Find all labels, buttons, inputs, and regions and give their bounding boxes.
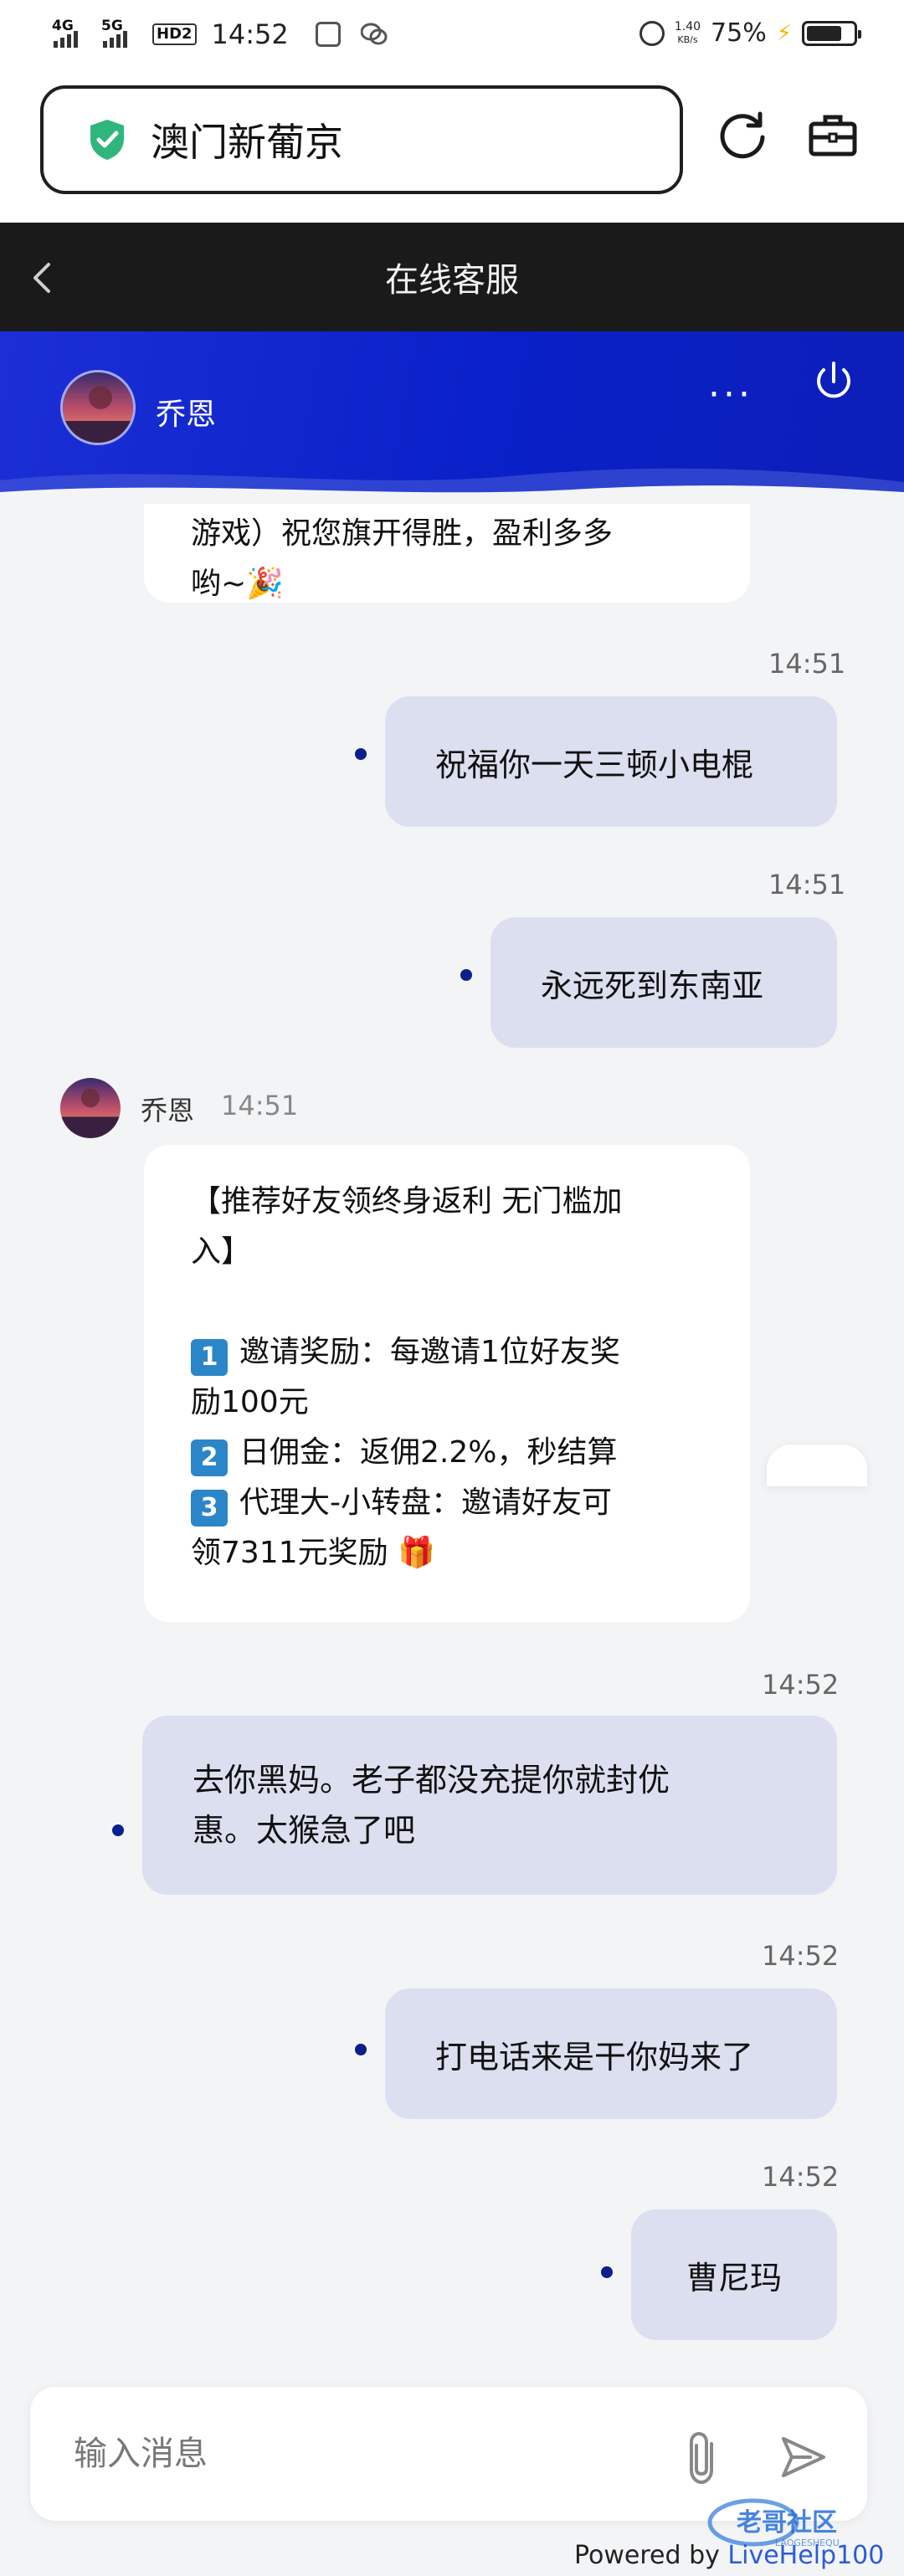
network-type-label: 5G bbox=[101, 18, 123, 34]
message-list[interactable]: 游戏）祝您旗开得胜，盈利多多 哟~🎉 14:51 祝福你一天三顿小电棍 14:5… bbox=[0, 479, 904, 2362]
shield-check-icon bbox=[90, 120, 124, 160]
message-time: 14:52 bbox=[762, 2161, 840, 2193]
network-speed: 1.40 KB/s bbox=[674, 19, 701, 45]
message-time: 14:52 bbox=[762, 1940, 840, 1972]
powered-by-footer: Powered by LiveHelp100 bbox=[574, 2541, 885, 2570]
signal-5g-icon: 5G bbox=[101, 18, 127, 48]
alarm-icon bbox=[639, 20, 665, 46]
scroll-to-bottom-button[interactable] bbox=[767, 1445, 867, 1486]
unread-dot bbox=[460, 969, 472, 981]
header-wave bbox=[0, 468, 904, 504]
agent-avatar bbox=[60, 1078, 121, 1138]
toolbox-icon bbox=[809, 115, 857, 157]
agent-avatar bbox=[60, 370, 136, 445]
outgoing-message-bubble: 祝福你一天三顿小电棍 bbox=[385, 696, 837, 827]
address-text: 澳门新葡京 bbox=[151, 120, 343, 165]
livehelp-link[interactable]: LiveHelp100 bbox=[727, 2541, 884, 2570]
status-time: 14:52 bbox=[211, 18, 289, 50]
battery-icon bbox=[802, 20, 861, 46]
sender-name: 乔恩 bbox=[141, 1095, 195, 1126]
outgoing-message-bubble: 打电话来是干你妈来了 bbox=[385, 1988, 837, 2119]
status-bar: 4G 5G HD2 14:52 1.40 KB/s 75% ⚡ bbox=[0, 0, 904, 74]
signal-4g-icon: 4G bbox=[52, 18, 78, 48]
message-time: 14:51 bbox=[768, 869, 846, 901]
watermark-text: 老哥社区 bbox=[737, 2508, 837, 2538]
unread-dot bbox=[355, 2044, 367, 2055]
message-time: 14:51 bbox=[768, 648, 846, 680]
outgoing-message-bubble: 曹尼玛 bbox=[631, 2209, 837, 2340]
send-icon[interactable] bbox=[777, 2432, 830, 2486]
page-title: 在线客服 bbox=[385, 261, 519, 300]
toolbox-button[interactable] bbox=[805, 107, 860, 162]
number-one-badge: 1 bbox=[191, 1339, 228, 1376]
hd-voice-badge: HD2 bbox=[152, 23, 197, 45]
app-notification-icon bbox=[315, 22, 341, 47]
number-three-badge: 3 bbox=[191, 1490, 228, 1527]
chat-header: 乔恩 ··· bbox=[0, 331, 904, 504]
outgoing-message-bubble: 去你黑妈。老子都没充提你就封优 惠。太猴急了吧 bbox=[142, 1716, 837, 1895]
browser-toolbar: 澳门新葡京 bbox=[0, 74, 904, 223]
reload-icon bbox=[720, 111, 765, 159]
power-icon[interactable] bbox=[809, 357, 859, 407]
more-options-icon[interactable]: ··· bbox=[708, 373, 753, 416]
charging-bolt-icon: ⚡ bbox=[776, 20, 792, 46]
unread-dot bbox=[601, 2266, 613, 2278]
incoming-message-bubble: 【推荐好友领终身返利 无门槛加 入】 1 邀请奖励：每邀请1位好友奖 励100元 … bbox=[144, 1145, 750, 1622]
paperclip-icon[interactable] bbox=[680, 2429, 730, 2487]
wechat-icon bbox=[360, 23, 388, 45]
number-two-badge: 2 bbox=[191, 1439, 228, 1476]
network-type-label: 4G bbox=[52, 18, 74, 34]
message-input[interactable] bbox=[74, 2422, 660, 2486]
agent-name: 乔恩 bbox=[156, 398, 217, 432]
outgoing-message-bubble: 永远死到东南亚 bbox=[491, 917, 837, 1048]
sender-time: 14:51 bbox=[221, 1090, 299, 1121]
reload-button[interactable] bbox=[715, 107, 770, 162]
unread-dot bbox=[355, 748, 367, 760]
address-bar[interactable]: 澳门新葡京 bbox=[40, 85, 683, 194]
unread-dot bbox=[112, 1824, 124, 1836]
battery-percent: 75% bbox=[711, 18, 767, 48]
message-time: 14:52 bbox=[762, 1669, 840, 1701]
nav-bar: 在线客服 bbox=[0, 223, 904, 331]
